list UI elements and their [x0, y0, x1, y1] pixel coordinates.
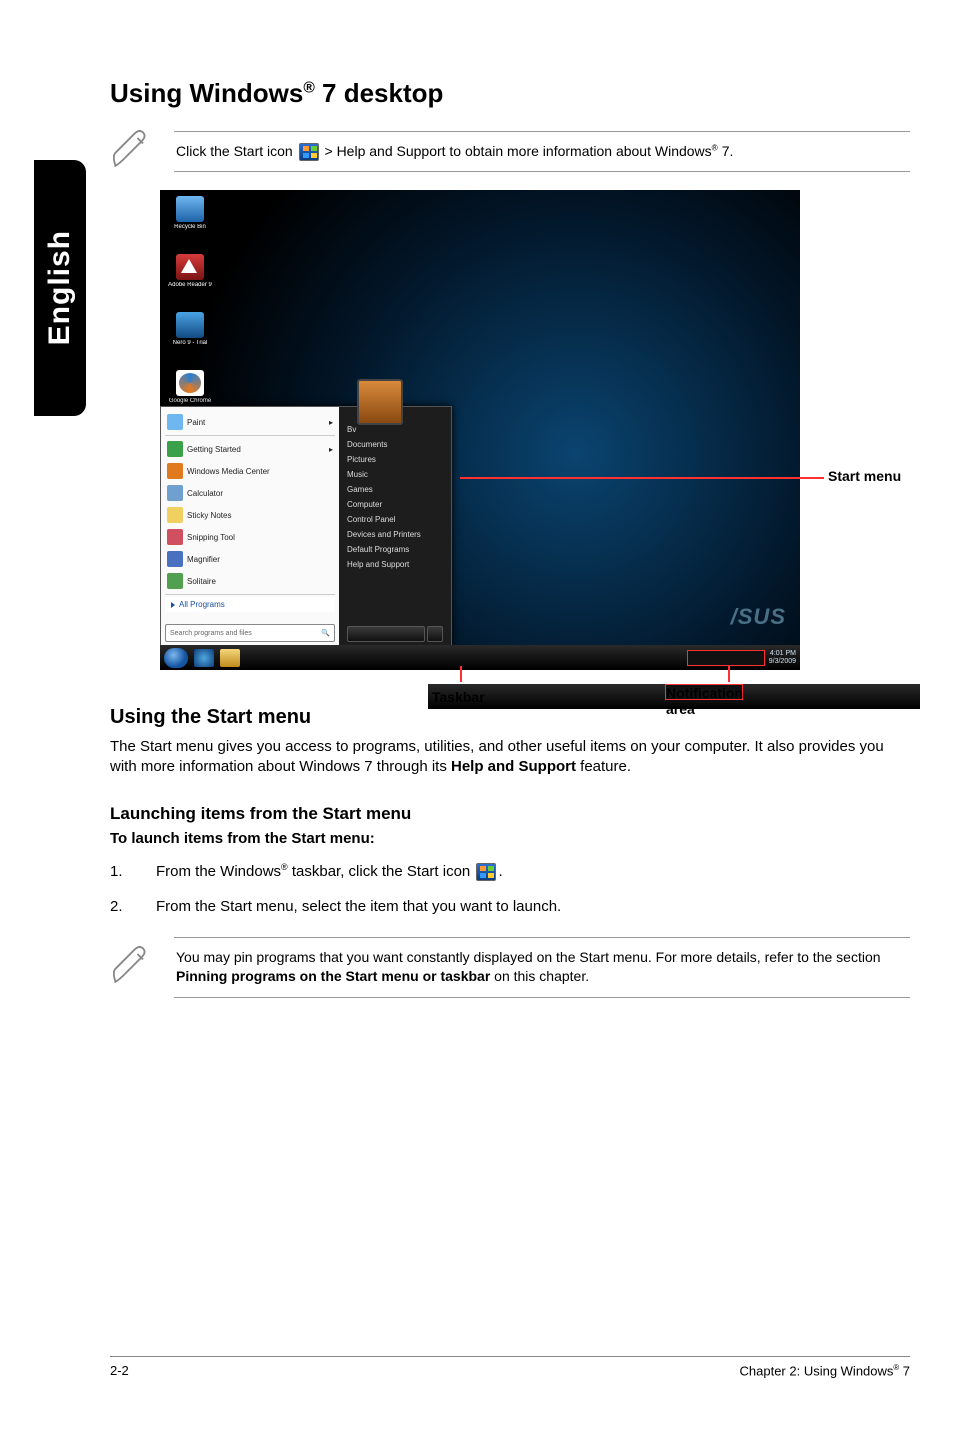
body-paragraph: The Start menu gives you access to progr… — [110, 737, 910, 778]
start-right-item[interactable]: Bv — [347, 425, 443, 434]
shutdown-button[interactable] — [347, 626, 425, 642]
desktop-screenshot: Recycle Bin Adobe Reader 9 Nero 9 - Tria… — [160, 190, 800, 670]
chapter-label: Chapter 2: Using Windows® 7 — [740, 1363, 911, 1378]
start-menu-item[interactable]: Calculator — [165, 482, 335, 504]
start-menu-item[interactable]: Windows Media Center — [165, 460, 335, 482]
language-tab-label: English — [43, 230, 77, 345]
shutdown-options-button[interactable] — [427, 626, 443, 642]
desktop-icon[interactable]: Recycle Bin — [168, 196, 212, 250]
callout-line — [728, 666, 730, 682]
note-icon — [110, 943, 154, 992]
procedure-heading: To launch items from the Start menu: — [110, 830, 910, 847]
page-footer: 2-2 Chapter 2: Using Windows® 7 — [110, 1356, 910, 1378]
callout-line — [460, 666, 462, 682]
start-icon — [299, 143, 319, 161]
start-menu: Paint▸ Getting Started▸ Windows Media Ce… — [160, 406, 452, 646]
start-menu-item[interactable]: Sticky Notes — [165, 504, 335, 526]
start-right-item[interactable]: Computer — [347, 500, 443, 509]
start-menu-item[interactable]: Solitaire — [165, 570, 335, 592]
notification-area[interactable] — [687, 650, 765, 666]
search-input[interactable]: Search programs and files🔍 — [165, 624, 335, 642]
desktop-icon[interactable]: Adobe Reader 9 — [168, 254, 212, 308]
note-icon — [110, 127, 154, 176]
start-right-item[interactable]: Documents — [347, 440, 443, 449]
start-icon — [476, 863, 496, 881]
start-menu-item[interactable]: Magnifier — [165, 548, 335, 570]
section-heading: Using the Start menu — [110, 706, 910, 729]
start-menu-item[interactable]: Getting Started▸ — [165, 438, 335, 460]
start-right-item[interactable]: Control Panel — [347, 515, 443, 524]
figure: Recycle Bin Adobe Reader 9 Nero 9 - Tria… — [160, 190, 920, 670]
start-right-item[interactable]: Games — [347, 485, 443, 494]
top-note: Click the Start icon > Help and Support … — [110, 127, 910, 176]
steps-list: 1. From the Windows® taskbar, click the … — [110, 861, 910, 917]
callout-line — [460, 477, 824, 479]
language-tab: English — [34, 160, 86, 416]
subsection-heading: Launching items from the Start menu — [110, 804, 910, 824]
step: 1. From the Windows® taskbar, click the … — [110, 861, 910, 882]
start-right-item[interactable]: Music — [347, 470, 443, 479]
asus-logo: /SUS — [731, 604, 786, 630]
callout-notification-area: Notification area — [665, 684, 743, 700]
clock[interactable]: 4:01 PM 9/3/2009 — [769, 650, 796, 665]
taskbar: 4:01 PM 9/3/2009 — [160, 645, 800, 670]
start-right-item[interactable]: Default Programs — [347, 545, 443, 554]
step: 2. From the Start menu, select the item … — [110, 896, 910, 917]
taskbar-ie-icon[interactable] — [194, 649, 214, 667]
start-right-item[interactable]: Help and Support — [347, 560, 443, 569]
start-menu-item[interactable]: Paint▸ — [165, 411, 335, 433]
taskbar-explorer-icon[interactable] — [220, 649, 240, 667]
bottom-note: You may pin programs that you want const… — [110, 937, 910, 998]
start-right-item[interactable]: Devices and Printers — [347, 530, 443, 539]
callout-start-menu: Start menu — [828, 468, 901, 484]
desktop-icon[interactable]: Nero 9 - Trial — [168, 312, 212, 366]
start-button[interactable] — [164, 648, 188, 668]
start-menu-item[interactable]: Snipping Tool — [165, 526, 335, 548]
all-programs[interactable]: All Programs — [165, 597, 335, 612]
start-right-item[interactable]: Pictures — [347, 455, 443, 464]
user-avatar[interactable] — [357, 379, 403, 425]
page-title: Using Windows® 7 desktop — [110, 78, 910, 109]
page-number: 2-2 — [110, 1363, 129, 1378]
